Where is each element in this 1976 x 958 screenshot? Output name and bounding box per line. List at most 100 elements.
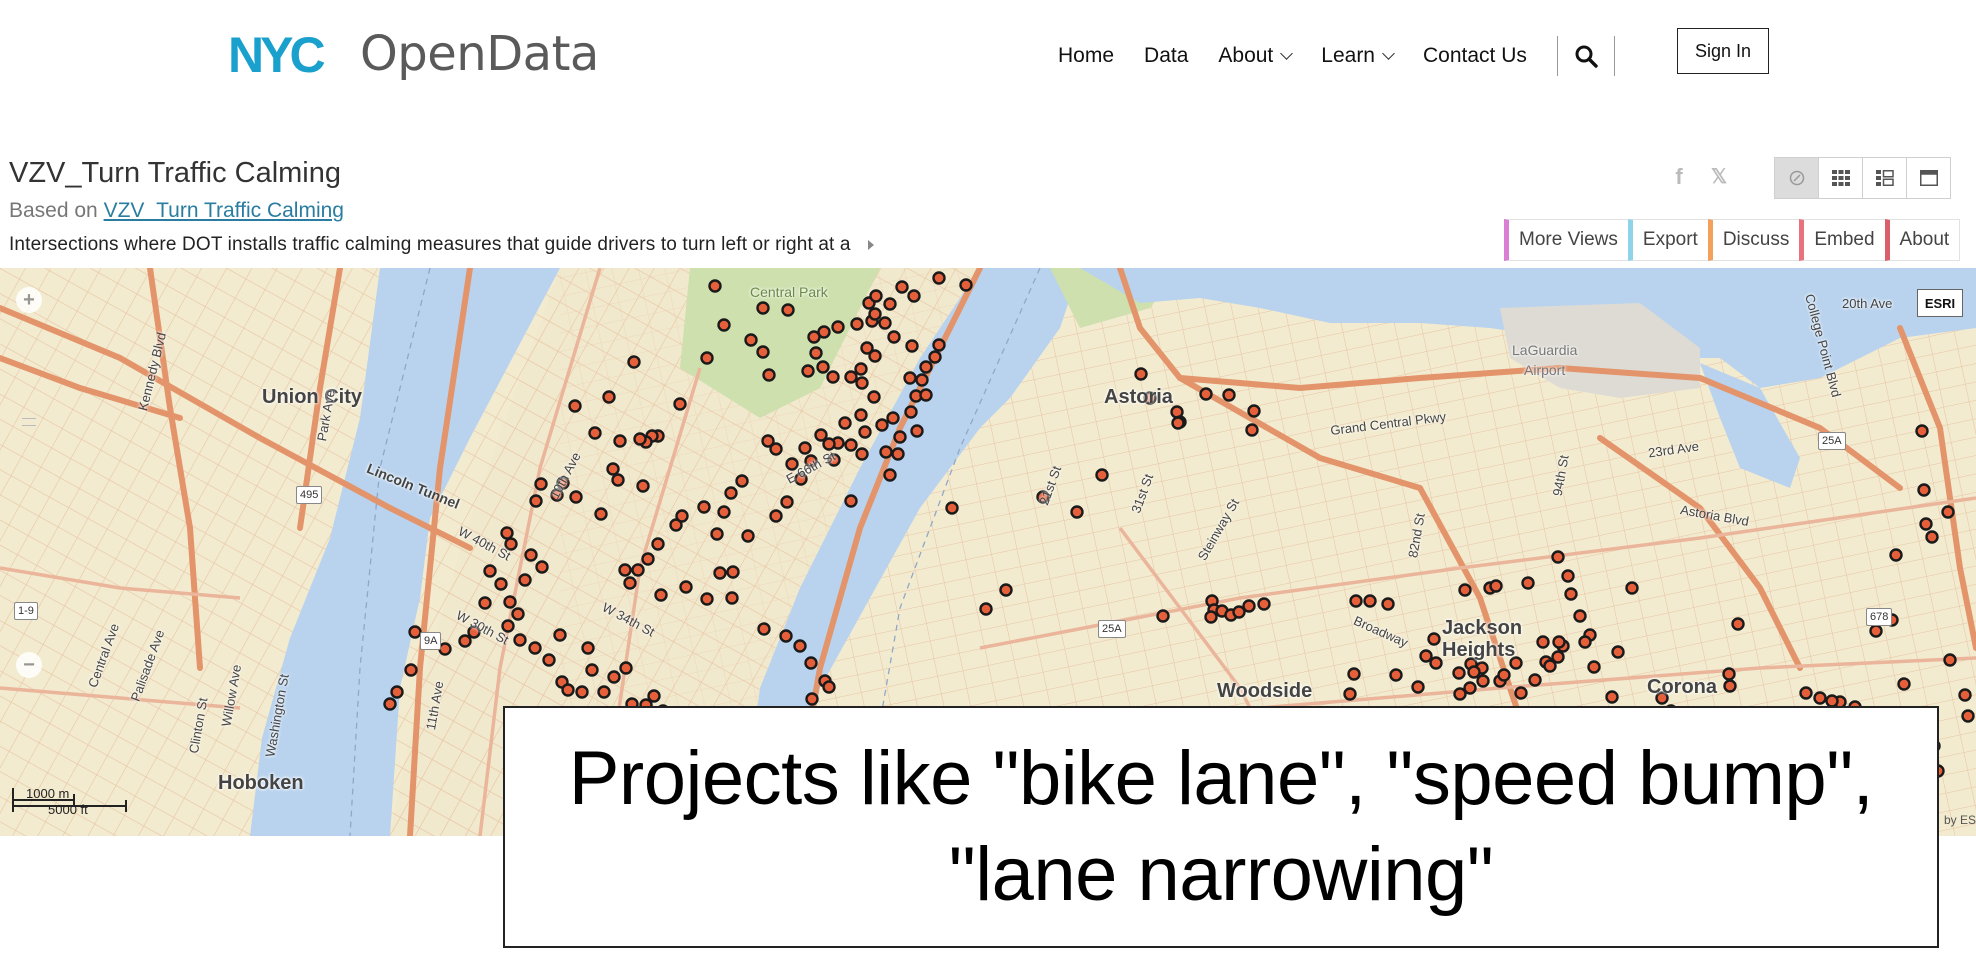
traffic-calming-marker[interactable] [675, 509, 689, 523]
traffic-calming-marker[interactable] [744, 333, 758, 347]
basemap-badge[interactable]: ESRI [1917, 289, 1963, 317]
traffic-calming-marker[interactable] [932, 338, 946, 352]
traffic-calming-marker[interactable] [1476, 674, 1490, 688]
more-views-button[interactable]: More Views [1504, 219, 1628, 261]
traffic-calming-marker[interactable] [1095, 468, 1109, 482]
traffic-calming-marker[interactable] [769, 442, 783, 456]
traffic-calming-marker[interactable] [779, 629, 793, 643]
traffic-calming-marker[interactable] [1429, 656, 1443, 670]
traffic-calming-marker[interactable] [868, 349, 882, 363]
about-button[interactable]: About [1884, 219, 1961, 261]
traffic-calming-marker[interactable] [585, 663, 599, 677]
traffic-calming-marker[interactable] [478, 596, 492, 610]
traffic-calming-marker[interactable] [513, 633, 527, 647]
traffic-calming-marker[interactable] [915, 373, 929, 387]
traffic-calming-marker[interactable] [725, 591, 739, 605]
traffic-calming-marker[interactable] [1458, 583, 1472, 597]
export-button[interactable]: Export [1627, 219, 1708, 261]
traffic-calming-marker[interactable] [878, 316, 892, 330]
nav-about[interactable]: About [1218, 44, 1294, 68]
traffic-calming-marker[interactable] [1497, 668, 1511, 682]
traffic-calming-marker[interactable] [618, 563, 632, 577]
traffic-calming-marker[interactable] [807, 330, 821, 344]
traffic-calming-marker[interactable] [594, 507, 608, 521]
traffic-calming-marker[interactable] [458, 634, 472, 648]
traffic-calming-marker[interactable] [717, 505, 731, 519]
traffic-calming-marker[interactable] [932, 271, 946, 285]
traffic-calming-marker[interactable] [613, 434, 627, 448]
traffic-calming-marker[interactable] [1925, 530, 1939, 544]
traffic-calming-marker[interactable] [904, 405, 918, 419]
traffic-calming-marker[interactable] [697, 500, 711, 514]
traffic-calming-marker[interactable] [883, 297, 897, 311]
traffic-calming-marker[interactable] [895, 280, 909, 294]
traffic-calming-marker[interactable] [1564, 587, 1578, 601]
traffic-calming-marker[interactable] [1889, 548, 1903, 562]
traffic-calming-marker[interactable] [623, 576, 637, 590]
traffic-calming-marker[interactable] [854, 362, 868, 376]
traffic-calming-marker[interactable] [627, 355, 641, 369]
traffic-calming-marker[interactable] [602, 390, 616, 404]
traffic-calming-marker[interactable] [1799, 686, 1813, 700]
traffic-calming-marker[interactable] [891, 447, 905, 461]
traffic-calming-marker[interactable] [1551, 550, 1565, 564]
nav-home[interactable]: Home [1058, 44, 1114, 68]
traffic-calming-marker[interactable] [654, 588, 668, 602]
traffic-calming-marker[interactable] [1552, 635, 1566, 649]
traffic-calming-marker[interactable] [999, 583, 1013, 597]
traffic-calming-marker[interactable] [1917, 483, 1931, 497]
traffic-calming-marker[interactable] [511, 607, 525, 621]
traffic-calming-marker[interactable] [535, 560, 549, 574]
traffic-calming-marker[interactable] [636, 479, 650, 493]
traffic-calming-marker[interactable] [793, 639, 807, 653]
traffic-calming-marker[interactable] [928, 350, 942, 364]
based-on-link[interactable]: VZV_Turn Traffic Calming [104, 199, 344, 222]
traffic-calming-marker[interactable] [1573, 609, 1587, 623]
traffic-calming-marker[interactable] [855, 376, 869, 390]
traffic-calming-marker[interactable] [1605, 690, 1619, 704]
traffic-calming-marker[interactable] [679, 580, 693, 594]
traffic-calming-marker[interactable] [700, 351, 714, 365]
traffic-calming-marker[interactable] [801, 364, 815, 378]
map-attribution[interactable]: by ESRI [1944, 813, 1976, 827]
traffic-calming-marker[interactable] [1869, 624, 1883, 638]
discuss-button[interactable]: Discuss [1707, 219, 1800, 261]
traffic-calming-marker[interactable] [1467, 665, 1481, 679]
grid-view-button[interactable] [1819, 158, 1863, 198]
traffic-calming-marker[interactable] [1625, 581, 1639, 595]
traffic-calming-marker[interactable] [822, 680, 836, 694]
traffic-calming-marker[interactable] [1363, 594, 1377, 608]
traffic-calming-marker[interactable] [575, 685, 589, 699]
traffic-calming-marker[interactable] [483, 564, 497, 578]
traffic-calming-marker[interactable] [438, 642, 452, 656]
traffic-calming-marker[interactable] [1943, 653, 1957, 667]
traffic-calming-marker[interactable] [781, 303, 795, 317]
traffic-calming-marker[interactable] [1257, 597, 1271, 611]
traffic-calming-marker[interactable] [1389, 668, 1403, 682]
traffic-calming-marker[interactable] [826, 370, 840, 384]
traffic-calming-marker[interactable] [886, 411, 900, 425]
nyc-opendata-logo[interactable]: NYC OpenData [228, 26, 599, 82]
traffic-calming-marker[interactable] [757, 622, 771, 636]
traffic-calming-marker[interactable] [597, 685, 611, 699]
traffic-calming-marker[interactable] [607, 670, 621, 684]
traffic-calming-marker[interactable] [500, 526, 514, 540]
traffic-calming-marker[interactable] [1897, 677, 1911, 691]
traffic-calming-marker[interactable] [867, 390, 881, 404]
traffic-calming-marker[interactable] [1347, 667, 1361, 681]
traffic-calming-marker[interactable] [844, 370, 858, 384]
traffic-calming-marker[interactable] [816, 360, 830, 374]
traffic-calming-marker[interactable] [1171, 416, 1185, 430]
traffic-calming-marker[interactable] [390, 685, 404, 699]
nav-data[interactable]: Data [1144, 44, 1188, 68]
traffic-calming-marker[interactable] [1242, 599, 1256, 613]
traffic-calming-marker[interactable] [553, 628, 567, 642]
traffic-calming-marker[interactable] [1561, 569, 1575, 583]
traffic-calming-marker[interactable] [907, 289, 921, 303]
traffic-calming-marker[interactable] [756, 345, 770, 359]
traffic-calming-marker[interactable] [1536, 635, 1550, 649]
traffic-calming-marker[interactable] [1958, 688, 1972, 702]
traffic-calming-marker[interactable] [1528, 673, 1542, 687]
traffic-calming-marker[interactable] [708, 279, 722, 293]
traffic-calming-marker[interactable] [1611, 645, 1625, 659]
